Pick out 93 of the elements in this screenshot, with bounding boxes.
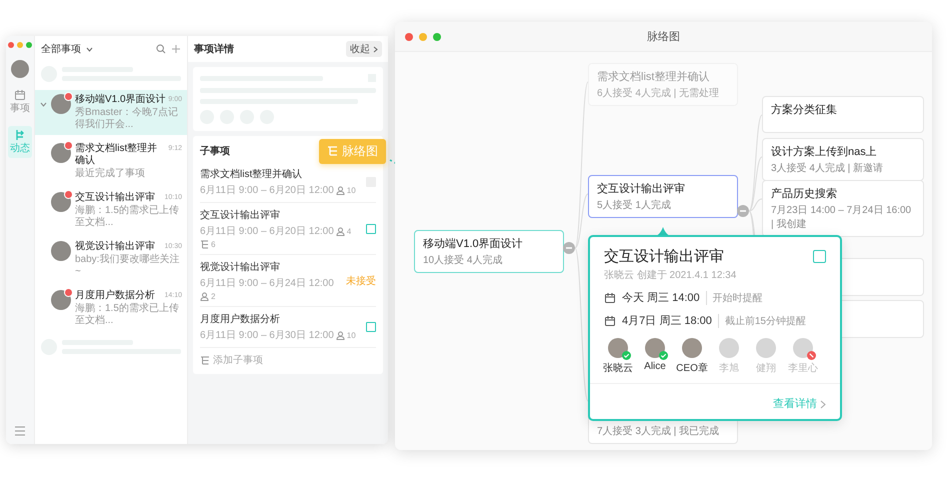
participant-name: 李里心: [788, 362, 818, 375]
calendar-icon: [604, 314, 616, 326]
chevron-icon: [820, 400, 826, 409]
item-title: 交互设计输出评审: [75, 192, 156, 204]
node-title: 移动端V1.0界面设计: [423, 237, 524, 251]
item-preview: 最近完成了事项: [75, 168, 146, 180]
subtask-dates: 6月11日 9:00 – 6月24日 12:00: [200, 277, 334, 290]
person-icon: [336, 330, 345, 340]
item-title: 移动端V1.0界面设计: [75, 94, 166, 106]
add-icon[interactable]: [171, 44, 181, 54]
node-meta: 7月23日 14:00 – 7月24日 16:00 | 我创建: [771, 204, 912, 231]
node-meta: 3人接受 4人完成 | 新邀请: [771, 162, 884, 175]
branch-icon: [200, 240, 209, 249]
person-icon: [336, 186, 345, 194]
subtask-title: 交互设计输出评审: [200, 208, 281, 222]
mind-map-node[interactable]: 方案分类征集: [762, 96, 924, 133]
assignee-count: 10: [346, 186, 356, 194]
chevron-icon[interactable]: [40, 101, 47, 108]
mind-map-node[interactable]: 产品历史搜索 7月23日 14:00 – 7月24日 16:00 | 我创建: [762, 180, 924, 237]
collapse-icon[interactable]: [563, 242, 575, 254]
subtask-dates: 6月11日 9:00 – 6月30日 12:00: [200, 329, 334, 342]
assignee-count: 2: [211, 292, 216, 301]
node-title: 设计方案上传到nas上: [771, 144, 878, 159]
participant-name: Alice: [644, 361, 666, 372]
chevron-icon: [373, 46, 378, 53]
avatar: [51, 192, 71, 212]
node-title: 需求文档list整理并确认: [597, 70, 710, 84]
close-button[interactable]: [8, 42, 14, 48]
item-title: 月度用户数据分析: [75, 290, 156, 302]
avatar[interactable]: [11, 60, 29, 78]
item-preview: 海鹏：1.5的需求已上传至文档...: [75, 303, 180, 327]
reminder-text: 截止前15分钟提醒: [718, 314, 806, 328]
reminder-text: 开始时提醒: [706, 290, 763, 304]
participant-name: 健翔: [756, 362, 776, 375]
filter-dropdown[interactable]: 全部事项: [41, 42, 81, 56]
node-meta: 10人接受 4人完成: [423, 254, 504, 267]
avatar: [51, 290, 71, 310]
node-title: 交互设计输出评审: [597, 182, 686, 196]
schedule-time: 今天 周三 14:00: [622, 291, 700, 305]
assignee-count: 10: [346, 330, 356, 340]
subtask-title: 视觉设计输出评审: [200, 260, 281, 274]
menu-icon[interactable]: [14, 426, 26, 436]
zoom-button[interactable]: [433, 33, 441, 41]
subtask-title: 需求文档list整理并确认: [200, 168, 304, 181]
creator-info: 张晓云 创建于 2021.4.1 12:34: [604, 268, 738, 282]
node-title: 产品历史搜索: [771, 186, 838, 201]
subtask-dates: 6月11日 9:00 – 6月20日 12:00: [200, 225, 334, 238]
item-title: 视觉设计输出评审: [75, 241, 156, 253]
branch-icon: [200, 356, 210, 364]
item-title: 需求文档list整理并确认: [75, 143, 158, 167]
schedule-time: 4月7日 周三 18:00: [622, 314, 712, 328]
subtask-count: 6: [211, 240, 216, 249]
subtask-title: 月度用户数据分析: [200, 312, 281, 326]
minimize-button[interactable]: [419, 33, 427, 41]
window-title: 脉络图: [647, 30, 680, 44]
checkbox[interactable]: [366, 224, 376, 234]
item-preview: baby:我们要改哪些关注~: [75, 254, 180, 278]
node-meta: 7人接受 3人完成 | 我已完成: [597, 424, 720, 438]
checkbox[interactable]: [366, 322, 376, 332]
zoom-button[interactable]: [26, 42, 32, 48]
person-icon: [336, 226, 345, 236]
branch-icon: [14, 129, 26, 141]
caret-icon[interactable]: [86, 46, 93, 52]
subtask-dates: 6月11日 9:00 – 6月20日 12:00: [200, 184, 334, 197]
status-label: 未接受: [346, 274, 376, 288]
node-meta: 6人接受 4人完成 | 无需处理: [597, 86, 720, 100]
mind-map-node[interactable]: 设计方案上传到nas上 3人接受 4人完成 | 新邀请: [762, 138, 924, 181]
person-icon: [200, 292, 209, 301]
panel-title: 事项详情: [194, 42, 234, 56]
participant-name: 李旭: [719, 362, 739, 375]
section-title: 子事项: [200, 144, 230, 158]
mind-map-node[interactable]: 移动端V1.0界面设计 10人接受 4人完成: [414, 230, 564, 273]
avatar: [51, 143, 71, 163]
item-preview: 海鹏：1.5的需求已上传至文档...: [75, 205, 180, 229]
close-button[interactable]: [405, 33, 413, 41]
checkbox[interactable]: [813, 250, 826, 263]
participant-name: 张晓云: [603, 362, 633, 375]
branch-icon: [327, 146, 338, 156]
mind-map-node[interactable]: 交互设计输出评审 5人接受 1人完成: [588, 175, 738, 218]
node-title: 方案分类征集: [771, 102, 838, 117]
avatar: [51, 241, 71, 261]
participant-name: CEO章: [676, 362, 708, 375]
assignee-count: 4: [346, 226, 352, 236]
item-preview: 秀Bmaster：今晚7点记得我们开会...: [75, 107, 179, 131]
calendar-icon: [604, 292, 616, 304]
calendar-icon: [14, 89, 26, 101]
popup-title: 交互设计输出评审: [604, 247, 724, 266]
collapse-button[interactable]: 收起: [346, 41, 382, 57]
node-meta: 5人接受 1人完成: [597, 198, 672, 212]
minimize-button[interactable]: [17, 42, 23, 48]
search-icon[interactable]: [156, 44, 166, 54]
collapse-icon[interactable]: [737, 205, 749, 217]
avatar: [51, 94, 71, 114]
